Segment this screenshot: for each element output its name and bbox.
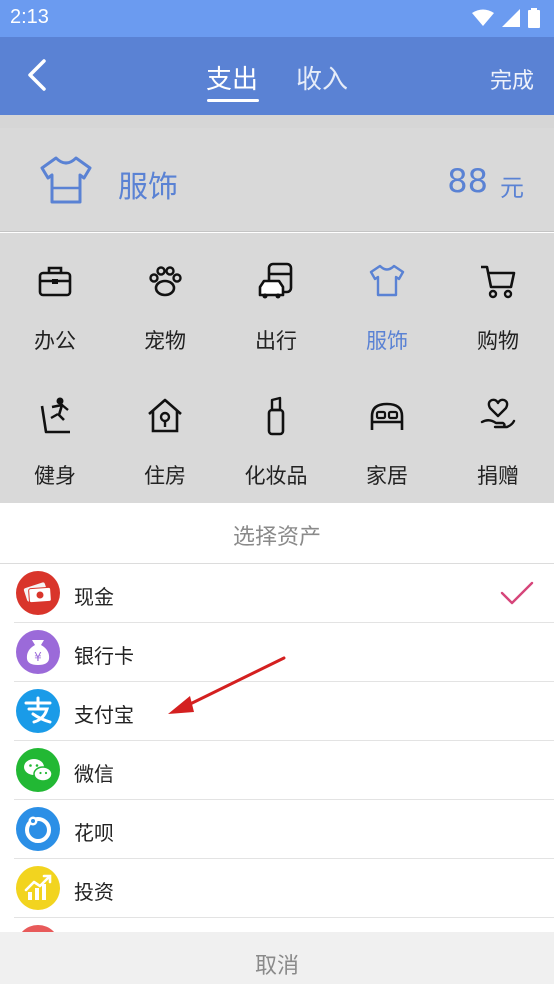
status-icons [472,8,540,28]
asset-item-cash[interactable]: 现金 [14,564,554,623]
selected-category-name: 服饰 [118,170,178,205]
asset-item-bank-card[interactable]: ¥ 银行卡 [14,623,554,682]
category-grid: 办公 宠物 出行 服饰 购物 健身 住房 化妆品 家居 捐赠 [0,233,554,503]
asset-item-huabei[interactable]: 花呗 [14,800,554,859]
category-home[interactable]: 家居 [332,368,442,498]
svg-text:¥: ¥ [34,650,42,664]
battery-icon [528,8,540,28]
asset-selection-sheet: 选择资产 现金 ¥ 银行卡 支付宝 微信 花呗 投资 取消 [0,503,554,984]
category-office[interactable]: 办公 [0,233,110,363]
category-label: 化妆品 [244,464,308,488]
asset-icon-partial [16,925,60,932]
asset-name: 微信 [74,762,114,786]
asset-name: 花呗 [74,821,114,845]
category-label: 健身 [34,464,76,488]
heart-hand-icon [480,398,516,429]
huabei-icon [16,807,60,851]
asset-name: 现金 [74,585,114,609]
checkmark-icon [500,581,534,605]
done-button[interactable]: 完成 [490,63,534,95]
app-bar: 支出 收入 完成 [0,37,554,115]
asset-list: 现金 ¥ 银行卡 支付宝 微信 花呗 投资 [14,564,554,932]
alipay-icon [16,689,60,733]
selected-tshirt-icon [40,156,92,204]
wechat-icon [16,748,60,792]
cart-icon [481,265,516,299]
cancel-label: 取消 [254,954,299,979]
tab-active-indicator [207,99,259,102]
category-label: 住房 [144,464,186,488]
category-label: 出行 [255,329,297,353]
tshirt-icon [369,264,405,297]
asset-item-partial[interactable] [14,918,554,932]
investment-chart-icon [16,866,60,910]
asset-name: 投资 [74,880,114,904]
money-bag-icon: ¥ [16,630,60,674]
tab-income[interactable]: 收入 [296,59,348,96]
treadmill-icon [40,397,70,434]
category-clothing[interactable]: 服饰 [332,233,442,363]
amount-unit: 元 [500,174,524,202]
category-label: 捐赠 [477,464,519,488]
tab-expense[interactable]: 支出 [206,59,258,96]
paw-icon [149,266,182,297]
wifi-icon [472,9,494,26]
cellular-signal-icon [502,9,520,27]
category-label: 服饰 [366,329,408,353]
asset-name: 支付宝 [74,703,134,727]
status-time: 2:13 [10,6,49,28]
category-cosmetics[interactable]: 化妆品 [221,368,331,498]
category-donation[interactable]: 捐赠 [443,368,553,498]
asset-item-wechat[interactable]: 微信 [14,741,554,800]
category-travel[interactable]: 出行 [221,233,331,363]
asset-item-investment[interactable]: 投资 [14,859,554,918]
cancel-button[interactable]: 取消 [0,932,554,984]
sheet-title: 选择资产 [232,525,321,550]
bed-icon [370,402,404,430]
amount-row[interactable]: 服饰 88 元 [0,128,554,232]
category-shopping[interactable]: 购物 [443,233,553,363]
header-gap [0,115,554,128]
category-label: 办公 [34,329,76,353]
cash-icon [16,571,60,615]
back-arrow-icon[interactable] [18,55,58,95]
category-pet[interactable]: 宠物 [110,233,220,363]
status-bar: 2:13 [0,0,554,37]
category-housing[interactable]: 住房 [110,368,220,498]
lipstick-icon [267,396,285,436]
category-label: 购物 [477,329,519,353]
house-icon [148,398,182,433]
asset-name: 银行卡 [74,644,134,668]
amount-value[interactable]: 88 [447,162,488,200]
category-fitness[interactable]: 健身 [0,368,110,498]
briefcase-icon [38,266,72,297]
category-label: 宠物 [144,329,186,353]
bus-car-icon [258,262,293,299]
category-label: 家居 [366,464,408,488]
asset-item-alipay[interactable]: 支付宝 [14,682,554,741]
